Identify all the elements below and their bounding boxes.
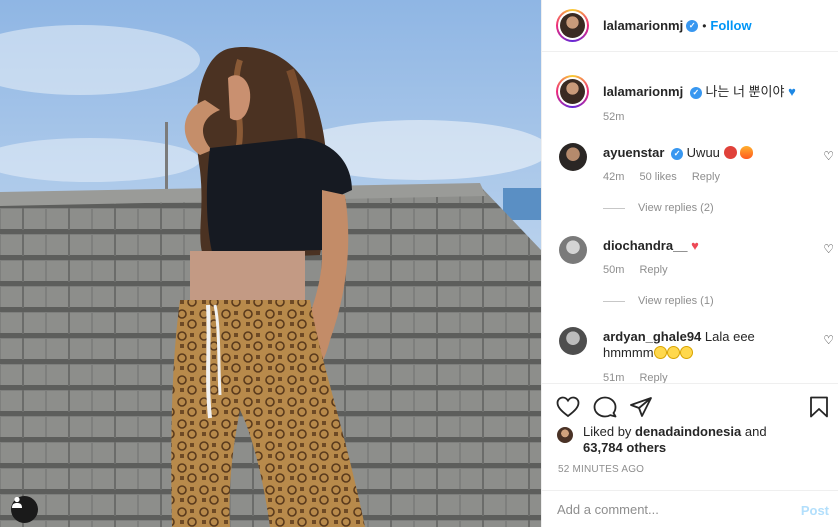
liked-by-prefix: Liked by bbox=[583, 424, 632, 439]
eye-roll-emoji bbox=[679, 346, 693, 359]
comment-meta: 42m 50 likes Reply bbox=[603, 171, 732, 183]
comment-icon[interactable] bbox=[593, 396, 617, 418]
post-side-panel: lalamarionmj ✓ • Follow lalamarionmj ✓ 나… bbox=[541, 0, 838, 527]
commenter-avatar[interactable] bbox=[559, 236, 587, 264]
caption-username[interactable]: lalamarionmj bbox=[603, 84, 683, 99]
caption-avatar[interactable] bbox=[556, 75, 589, 108]
follow-button[interactable]: Follow bbox=[710, 18, 751, 33]
blue-heart-emoji: ♥ bbox=[788, 84, 796, 99]
author-username[interactable]: lalamarionmj bbox=[603, 18, 683, 33]
likes-count[interactable]: 63,784 others bbox=[583, 440, 666, 455]
comments-list[interactable]: lalamarionmj ✓ 나는 너 뿐이야 ♥ 52m ayuenstar … bbox=[542, 53, 838, 383]
comment-likes[interactable]: 50 likes bbox=[639, 171, 676, 183]
eye-roll-emoji bbox=[653, 346, 667, 359]
post-photo[interactable] bbox=[0, 0, 541, 527]
comment-reply-button[interactable]: Reply bbox=[639, 264, 667, 276]
post-timestamp[interactable]: 52 MINUTES AGO bbox=[558, 464, 644, 475]
verified-icon: ✓ bbox=[671, 147, 684, 160]
comment-like-icon[interactable]: ♡ bbox=[823, 242, 834, 256]
caption: lalamarionmj ✓ 나는 너 뿐이야 ♥ 52m bbox=[556, 75, 796, 123]
comment-composer: Post bbox=[542, 490, 838, 527]
comment-body: ayuenstar ✓ Uwuu bbox=[603, 145, 798, 161]
view-replies-button[interactable]: View replies (2) bbox=[603, 202, 714, 214]
comment-like-icon[interactable]: ♡ bbox=[823, 149, 834, 163]
comment-time[interactable]: 42m bbox=[603, 171, 624, 183]
comment-meta: 51m Reply bbox=[603, 372, 680, 383]
comment-reply-button[interactable]: Reply bbox=[692, 171, 720, 183]
comment-text: Uwuu bbox=[686, 145, 720, 160]
comment-username[interactable]: diochandra__ bbox=[603, 238, 688, 253]
commenter-avatar[interactable] bbox=[559, 327, 587, 355]
comment-time[interactable]: 51m bbox=[603, 372, 624, 383]
fire-emoji bbox=[740, 146, 754, 159]
verified-icon: ✓ bbox=[689, 86, 702, 99]
post-comment-button[interactable]: Post bbox=[801, 503, 829, 518]
heart-icon[interactable] bbox=[556, 396, 580, 418]
red-heart-emoji: ♥ bbox=[691, 238, 699, 253]
liked-by-text: Liked by denadaindonesia and 63,784 othe… bbox=[583, 424, 767, 456]
photo-scene bbox=[0, 0, 541, 527]
caption-text-block: lalamarionmj ✓ 나는 너 뿐이야 ♥ bbox=[603, 81, 796, 108]
verified-icon: ✓ bbox=[686, 19, 699, 32]
share-icon[interactable] bbox=[629, 396, 653, 418]
liker-username[interactable]: denadaindonesia bbox=[635, 424, 741, 439]
comment-body: ardyan_ghale94 Lala eee hmmmm bbox=[603, 329, 798, 361]
view-replies-label: View replies (1) bbox=[638, 295, 714, 307]
angry-face-emoji bbox=[723, 146, 737, 159]
liker-avatar[interactable] bbox=[556, 426, 574, 444]
user-tag-button[interactable] bbox=[11, 496, 38, 523]
comment-username[interactable]: ardyan_ghale94 bbox=[603, 329, 701, 344]
comment-username[interactable]: ayuenstar bbox=[603, 145, 664, 160]
comment-body: diochandra__ ♥ bbox=[603, 238, 798, 254]
liked-by-and: and bbox=[744, 424, 767, 439]
view-replies-label: View replies (2) bbox=[638, 202, 714, 214]
view-replies-button[interactable]: View replies (1) bbox=[603, 295, 714, 307]
comment-reply-button[interactable]: Reply bbox=[639, 372, 667, 383]
user-tag-icon bbox=[12, 496, 22, 508]
comment-like-icon[interactable]: ♡ bbox=[823, 333, 834, 347]
commenter-avatar[interactable] bbox=[559, 143, 587, 171]
caption-time[interactable]: 52m bbox=[603, 111, 624, 123]
author-avatar[interactable] bbox=[556, 9, 589, 42]
separator-dot: • bbox=[702, 18, 707, 33]
bookmark-icon[interactable] bbox=[809, 396, 829, 418]
comment-input[interactable] bbox=[557, 501, 787, 517]
comment-time[interactable]: 50m bbox=[603, 264, 624, 276]
caption-text: 나는 너 뿐이야 bbox=[705, 84, 785, 99]
eye-roll-emoji bbox=[666, 346, 680, 359]
liked-by: Liked by denadaindonesia and 63,784 othe… bbox=[556, 424, 826, 456]
comment-meta: 50m Reply bbox=[603, 264, 680, 276]
post-header: lalamarionmj ✓ • Follow bbox=[542, 0, 838, 52]
